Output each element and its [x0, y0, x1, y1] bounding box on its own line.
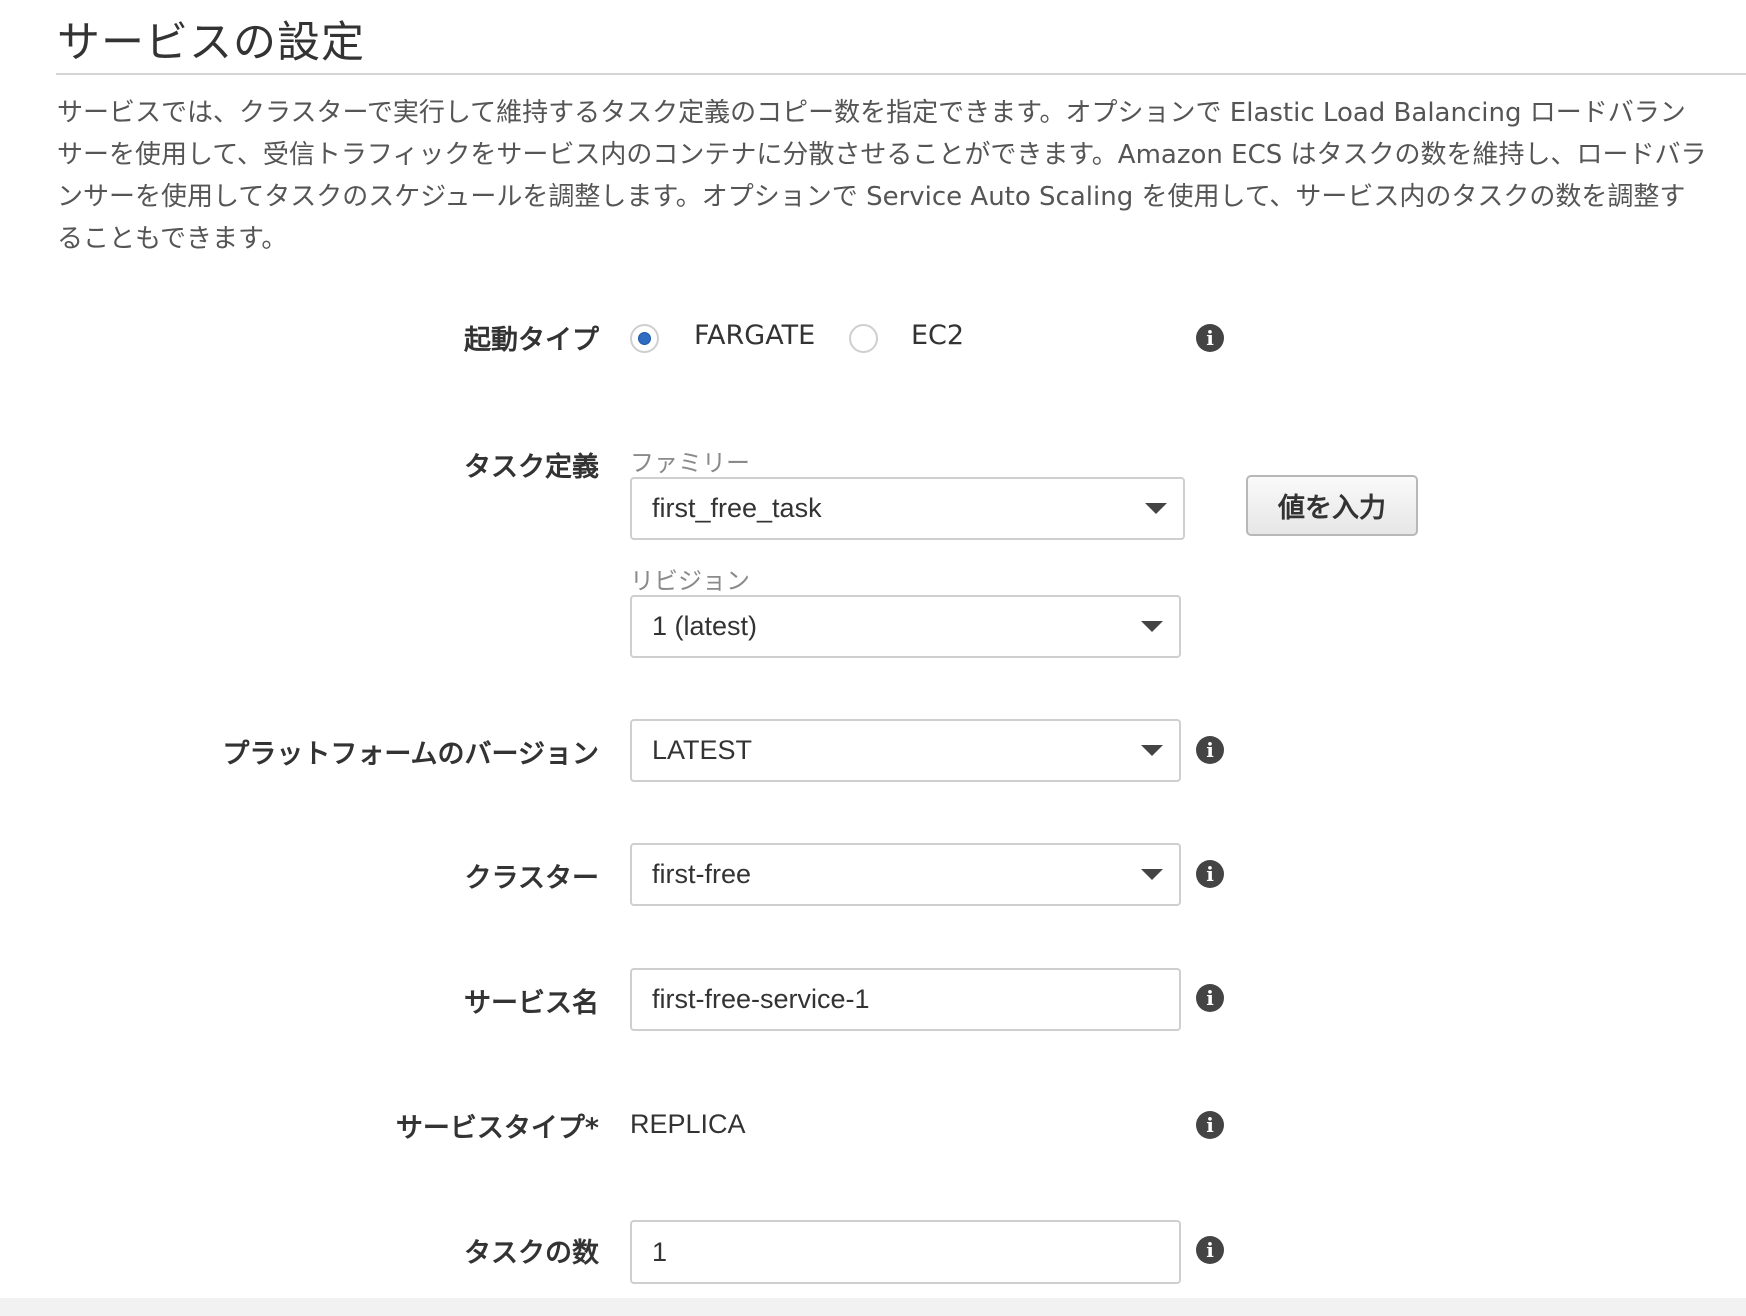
- service-type-info-icon[interactable]: i: [1196, 1111, 1224, 1139]
- task-count-value: 1: [652, 1236, 668, 1267]
- launch-type-label: 起動タイプ: [464, 325, 599, 356]
- title-divider: [56, 73, 1746, 75]
- family-select[interactable]: first_free_task: [630, 477, 1185, 540]
- chevron-down-icon: [1141, 744, 1163, 756]
- cluster-label: クラスター: [464, 863, 599, 894]
- chevron-down-icon: [1145, 502, 1167, 514]
- launch-type-info-icon[interactable]: i: [1196, 324, 1224, 352]
- revision-select-value: 1 (latest): [652, 611, 758, 641]
- radio-ec2[interactable]: [849, 324, 878, 353]
- radio-fargate[interactable]: [630, 324, 659, 353]
- cluster-select-value: first-free: [652, 859, 752, 889]
- chevron-down-icon: [1141, 620, 1163, 632]
- task-definition-label: タスク定義: [464, 452, 599, 483]
- chevron-down-icon: [1141, 868, 1163, 880]
- page-title: サービスの設定: [57, 18, 365, 68]
- section-description: サービスでは、クラスターで実行して維持するタスク定義のコピー数を指定できます。オ…: [57, 98, 1707, 254]
- platform-version-select[interactable]: LATEST: [630, 719, 1181, 782]
- revision-label: リビジョン: [630, 567, 750, 595]
- service-name-value: first-free-service-1: [652, 984, 870, 1014]
- platform-version-label: プラットフォームのバージョン: [222, 739, 599, 770]
- task-count-label: タスクの数: [464, 1238, 599, 1269]
- service-type-label: サービスタイプ*: [395, 1113, 599, 1144]
- cluster-info-icon[interactable]: i: [1196, 860, 1224, 888]
- revision-select[interactable]: 1 (latest): [630, 595, 1181, 658]
- platform-version-info-icon[interactable]: i: [1196, 736, 1224, 764]
- task-count-input[interactable]: 1: [630, 1220, 1181, 1284]
- platform-version-value: LATEST: [652, 735, 753, 765]
- task-count-info-icon[interactable]: i: [1196, 1236, 1224, 1264]
- cluster-select[interactable]: first-free: [630, 843, 1181, 906]
- service-name-input[interactable]: first-free-service-1: [630, 968, 1181, 1031]
- service-name-label: サービス名: [464, 988, 599, 1019]
- enter-value-button[interactable]: 値を入力: [1246, 475, 1418, 536]
- family-select-value: first_free_task: [652, 493, 822, 523]
- service-name-info-icon[interactable]: i: [1196, 984, 1224, 1012]
- radio-fargate-label[interactable]: FARGATE: [694, 320, 815, 351]
- service-type-value: REPLICA: [630, 1109, 746, 1139]
- page-bottom-edge: [0, 1298, 1746, 1316]
- family-label: ファミリー: [630, 449, 750, 477]
- radio-ec2-label[interactable]: EC2: [911, 320, 964, 351]
